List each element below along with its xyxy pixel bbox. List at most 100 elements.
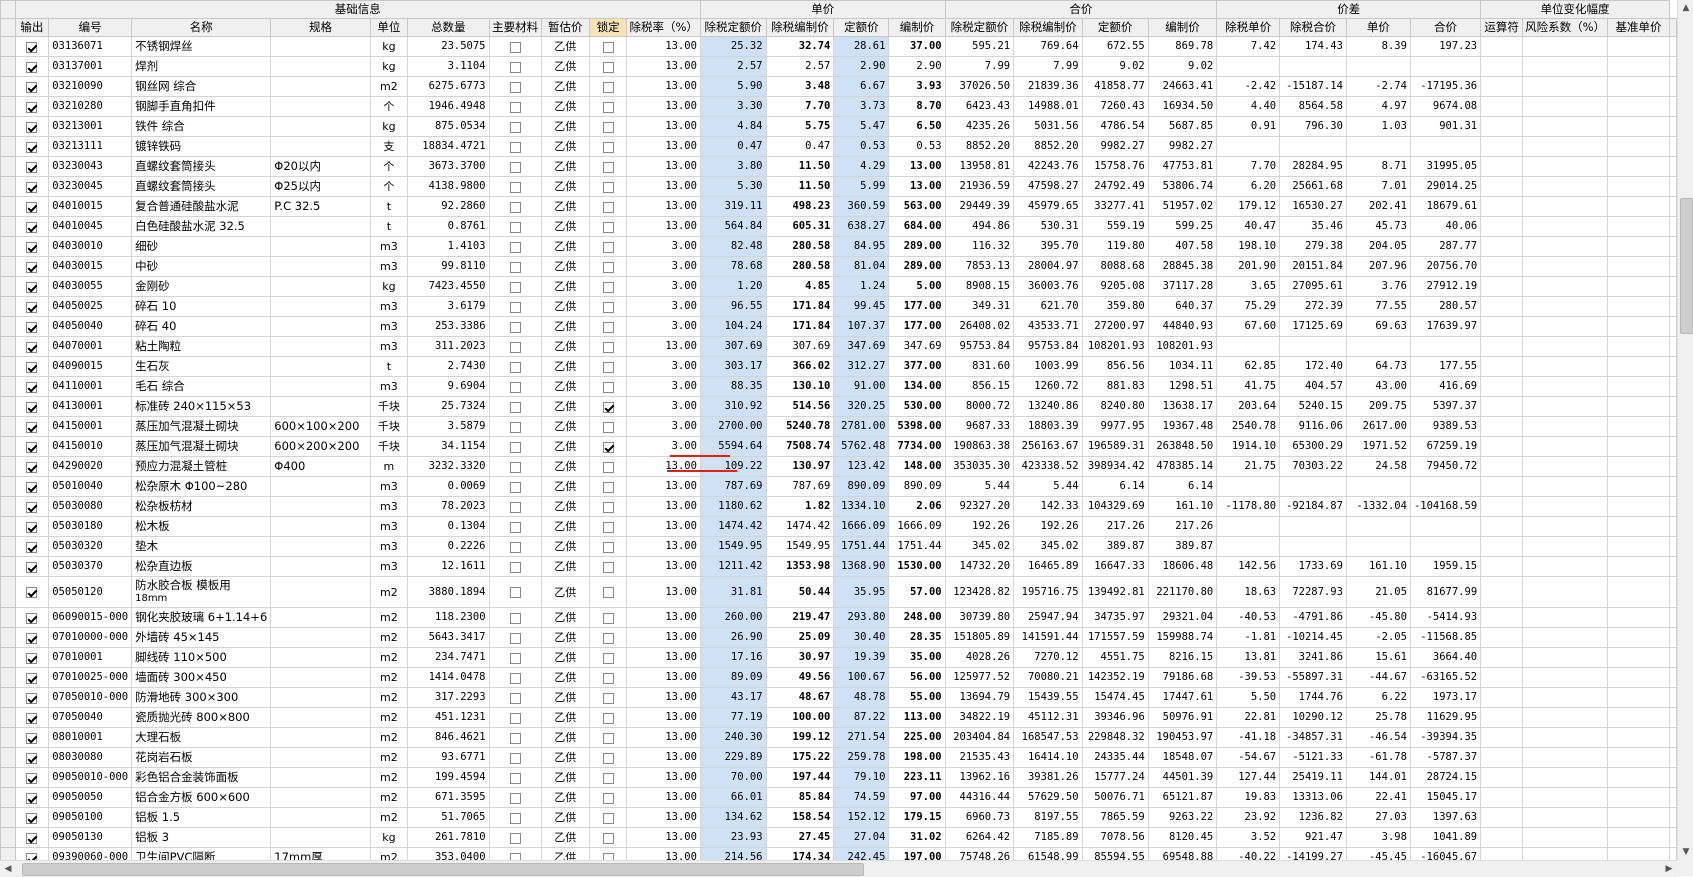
unit-budget-price[interactable]: 2.06 [888,496,946,517]
unit-budget-price[interactable]: 684.00 [888,216,946,237]
risk-factor-cell[interactable] [1522,767,1609,788]
risk-factor-cell[interactable] [1522,536,1609,557]
table-row[interactable]: 07010001 脚线砖 110×500 m2 234.7471 乙供 13.00 17.1… [0,647,1677,668]
unit-tax-quota-price[interactable]: 31.81 [699,576,767,608]
output-checkbox[interactable] [26,652,38,664]
table-row[interactable]: 09050130 铝板 3 kg 261.7810 乙供 13.00 23.93 27.45 2… [0,827,1677,848]
material-spec[interactable]: 600×200×200 [270,436,371,457]
material-spec[interactable] [270,376,371,397]
total-quantity[interactable]: 199.4594 [407,767,490,788]
total-quantity[interactable]: 261.7810 [407,827,490,848]
material-unit[interactable]: m2 [369,627,409,648]
main-material-checkbox[interactable] [509,301,521,313]
total-quantity[interactable]: 9.6904 [407,376,490,397]
main-material-checkbox[interactable] [509,832,521,844]
unit-budget-price[interactable]: 56.00 [888,667,946,688]
unit-tax-budget-price[interactable]: 787.69 [765,476,835,497]
tax-rate[interactable]: 13.00 [626,827,701,848]
unit-tax-quota-price[interactable]: 88.35 [699,376,767,397]
output-checkbox[interactable] [26,201,38,213]
material-name[interactable]: 脚线砖 110×500 [131,647,272,668]
unit-quota-price[interactable]: 91.00 [833,376,890,397]
output-checkbox[interactable] [26,612,38,624]
column-header-diff-unit[interactable]: 单价 [1345,18,1411,37]
row-header[interactable] [0,647,16,668]
row-header[interactable] [0,687,16,708]
material-code[interactable]: 07050040 [48,707,133,728]
unit-quota-price[interactable]: 312.27 [833,356,890,377]
unit-quota-price[interactable]: 5762.48 [833,436,890,457]
tax-rate[interactable]: 13.00 [626,607,701,628]
output-checkbox[interactable] [26,41,38,53]
row-header[interactable] [0,807,16,828]
material-unit[interactable]: m2 [369,767,409,788]
material-code[interactable]: 09050010-000 [48,767,133,788]
material-spec[interactable] [270,136,371,157]
material-unit[interactable]: m2 [369,687,409,708]
main-material-checkbox[interactable] [509,441,521,453]
row-header[interactable] [0,196,16,217]
row-header[interactable] [0,667,16,688]
unit-quota-price[interactable]: 890.09 [833,476,890,497]
estimate-type[interactable]: 乙供 [540,276,590,297]
row-header[interactable] [0,136,16,157]
unit-tax-budget-price[interactable]: 50.44 [765,576,835,608]
base-price-cell[interactable] [1607,727,1670,748]
material-spec[interactable] [270,787,371,808]
vertical-scroll-thumb[interactable] [1680,198,1693,334]
total-quantity[interactable]: 253.3386 [407,316,490,337]
unit-budget-price[interactable]: 6.50 [888,116,946,137]
row-header[interactable] [0,396,16,417]
material-spec[interactable] [270,496,371,517]
table-row[interactable]: 09050050 铝合金方板 600×600 m2 671.3595 乙供 13.00 66… [0,787,1677,808]
unit-tax-quota-price[interactable]: 310.92 [699,396,767,417]
tax-rate[interactable]: 13.00 [626,96,701,117]
main-material-checkbox[interactable] [509,201,521,213]
base-price-cell[interactable] [1607,256,1670,277]
total-quantity[interactable]: 3673.3700 [407,156,490,177]
output-checkbox[interactable] [26,561,38,573]
unit-budget-price[interactable]: 1751.44 [888,536,946,557]
total-quantity[interactable]: 4138.9800 [407,176,490,197]
risk-factor-cell[interactable] [1522,416,1609,437]
material-code[interactable]: 06090015-000 [48,607,133,628]
material-spec[interactable]: 17mm厚 [270,847,371,860]
risk-factor-cell[interactable] [1522,827,1609,848]
row-header[interactable] [0,236,16,257]
material-code[interactable]: 05050120 [48,576,133,608]
unit-tax-quota-price[interactable]: 78.68 [699,256,767,277]
main-material-checkbox[interactable] [509,81,521,93]
material-code[interactable]: 04050025 [48,296,133,317]
column-header-unit[interactable]: 单位 [369,18,409,37]
risk-factor-cell[interactable] [1522,356,1609,377]
unit-quota-price[interactable]: 1.24 [833,276,890,297]
lock-checkbox[interactable] [602,752,614,764]
tax-rate[interactable]: 13.00 [626,36,701,57]
total-quantity[interactable]: 3232.3320 [407,456,490,477]
unit-tax-budget-price[interactable]: 130.10 [765,376,835,397]
unit-tax-quota-price[interactable]: 104.24 [699,316,767,337]
table-row[interactable]: 08010001 大理石板 m2 846.4621 乙供 13.00 240.30 199.1… [0,727,1677,748]
tax-rate[interactable]: 13.00 [626,576,701,608]
material-code[interactable]: 04010015 [48,196,133,217]
operator-cell[interactable] [1480,176,1524,197]
unit-quota-price[interactable]: 81.04 [833,256,890,277]
material-spec[interactable] [270,256,371,277]
unit-tax-budget-price[interactable]: 514.56 [765,396,835,417]
unit-tax-quota-price[interactable]: 4.84 [699,116,767,137]
main-material-checkbox[interactable] [509,341,521,353]
unit-quota-price[interactable]: 242.45 [833,847,890,860]
estimate-type[interactable]: 乙供 [540,196,590,217]
material-spec[interactable] [270,276,371,297]
output-checkbox[interactable] [26,712,38,724]
estimate-type[interactable]: 乙供 [540,436,590,457]
material-spec[interactable] [270,576,371,608]
table-row[interactable]: 05030080 松杂板枋材 m3 78.2023 乙供 13.00 1180.62 1.82… [0,496,1677,517]
unit-tax-budget-price[interactable]: 27.45 [765,827,835,848]
operator-cell[interactable] [1480,396,1524,417]
material-code[interactable]: 07050010-000 [48,687,133,708]
total-quantity[interactable]: 118.2300 [407,607,490,628]
lock-checkbox[interactable] [602,501,614,513]
main-material-checkbox[interactable] [509,241,521,253]
unit-tax-budget-price[interactable]: 174.34 [765,847,835,860]
